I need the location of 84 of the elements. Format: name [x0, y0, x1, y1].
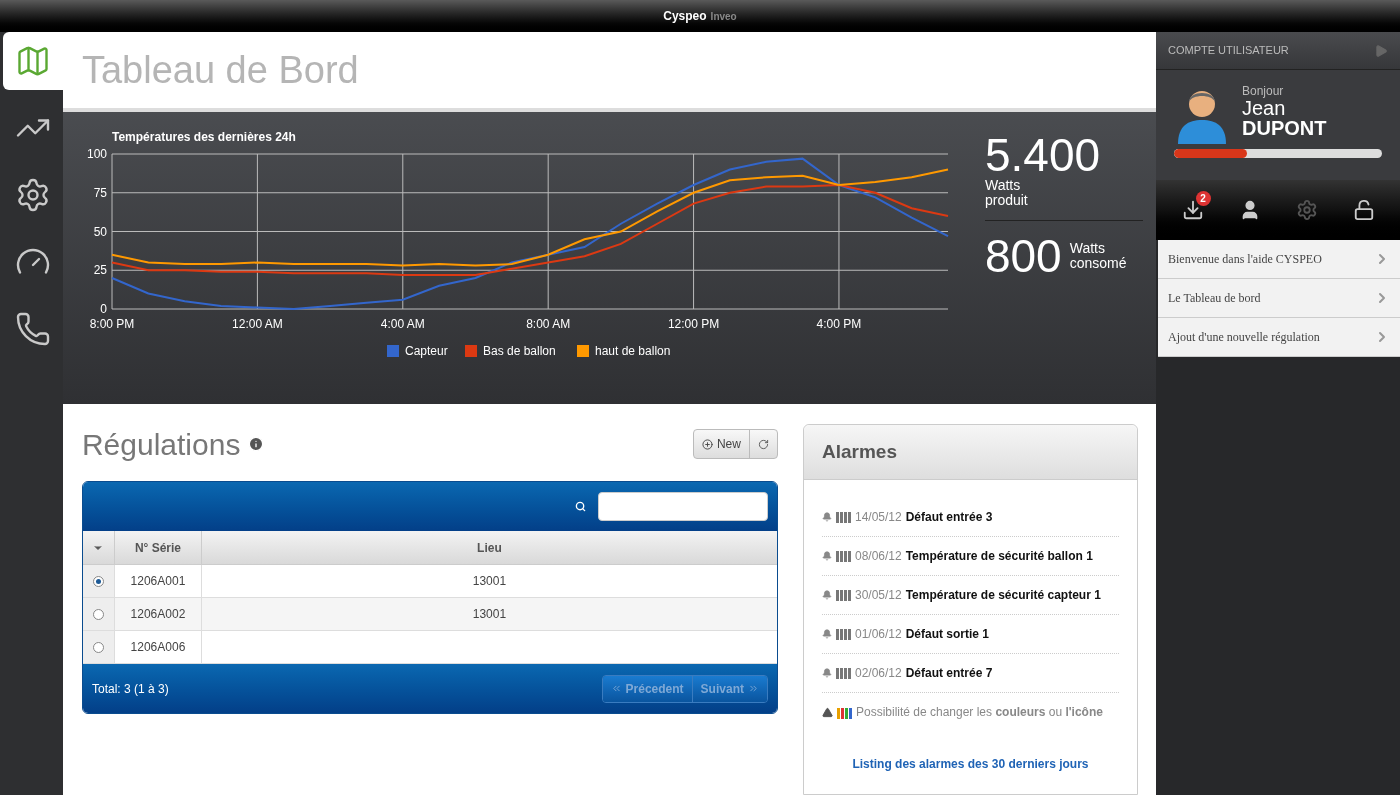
legend-swatch: [576, 345, 589, 357]
axis-label: 12:00 PM: [667, 317, 720, 331]
alarm-label: Défaut entrée 3: [905, 509, 993, 526]
alarm-label: Défaut entrée 7: [905, 665, 993, 682]
refresh-icon: [757, 438, 769, 450]
bars-icon: [835, 550, 851, 562]
last-name: DUPONT: [1242, 118, 1327, 138]
alarm-date: 14/05/12: [854, 509, 902, 526]
info-icon[interactable]: [248, 436, 265, 452]
page-title: Tableau de Bord: [81, 47, 359, 93]
axis-label: 50: [93, 224, 107, 239]
alarm-label: Défaut sortie 1: [905, 626, 990, 643]
stat-value: 5.400: [984, 132, 1102, 178]
axis-label: 25: [93, 263, 107, 278]
bars-icon: [835, 667, 851, 679]
bell-icon: [821, 629, 832, 639]
plus-icon: [701, 438, 713, 450]
greeting: Bonjour: [1242, 84, 1285, 98]
total-count: Total: 3 (1 à 3): [91, 680, 169, 698]
alarms-link[interactable]: Listing des alarmes des 30 derniers jours: [821, 755, 1119, 773]
axis-label: 75: [93, 185, 107, 200]
help-menu-item[interactable]: Le Tableau de bord: [1158, 279, 1400, 318]
axis-label: 12:00 AM: [232, 317, 283, 331]
bars-icon: [835, 628, 851, 640]
card-title: Alarmes: [821, 439, 897, 464]
alarm-date: 08/06/12: [854, 548, 902, 565]
column-header[interactable]: N° Série: [114, 531, 202, 564]
bell-icon: [821, 551, 832, 561]
phone-icon: [14, 311, 51, 347]
alarm-label: Température de sécurité capteur 1: [905, 587, 1101, 604]
legend-swatch: [386, 345, 399, 357]
axis-label: 0: [100, 302, 107, 316]
table-cell-text: 1206A006: [130, 639, 186, 656]
column-header[interactable]: Lieu: [201, 531, 777, 564]
search-field[interactable]: [597, 492, 768, 521]
bell-icon: [821, 668, 832, 678]
legend-label: haut de ballon: [594, 344, 671, 358]
legend-label: Capteur: [404, 344, 448, 358]
table-cell-text: 1206A001: [130, 573, 186, 590]
axis-label: 8:00 AM: [526, 317, 571, 331]
warning-icon: [821, 707, 833, 718]
note-text: Possibilité de changer les couleurs ou l'icône: [855, 705, 1103, 720]
alarm-date: 02/06/12: [854, 665, 902, 682]
notification-badge: 2: [1195, 191, 1211, 206]
settings-icon[interactable]: [1295, 199, 1318, 221]
section-title: Régulations: [81, 426, 241, 463]
bell-icon: [821, 590, 832, 600]
legend-label: Bas de ballon: [482, 344, 556, 358]
sidebar-item[interactable]: [2, 32, 63, 90]
lock-icon[interactable]: [1352, 199, 1375, 221]
axis-label: 8:00 PM: [89, 317, 135, 331]
bars-icon: [835, 511, 851, 523]
double-arrow-icon: [610, 683, 622, 694]
legend-swatch: [464, 345, 477, 357]
product-name: Inveo: [710, 9, 737, 24]
alarm-label: Température de sécurité ballon 1: [905, 548, 1093, 565]
stat-value: 800: [984, 233, 1062, 279]
double-arrow-icon: [747, 683, 759, 694]
axis-label: 100: [86, 147, 107, 161]
table-row[interactable]: 1206A001 13001: [82, 565, 777, 598]
axis-label: 4:00 PM: [816, 317, 862, 331]
search-icon: [574, 501, 586, 512]
help-menu-item[interactable]: Ajout d'une nouvelle régulation: [1158, 318, 1400, 357]
table-cell-text: 13001: [472, 606, 507, 623]
radio-button[interactable]: [92, 575, 104, 587]
table-cell-text: 1206A002: [130, 606, 186, 623]
radio-button[interactable]: [92, 608, 104, 620]
bell-icon: [821, 512, 832, 522]
stat-unit: Watts consomé: [1069, 241, 1128, 271]
first-name: Jean: [1242, 98, 1287, 118]
alarm-date: 30/05/12: [854, 587, 902, 604]
bars-icon: [835, 589, 851, 601]
help-menu-item[interactable]: Bienvenue dans l'aide CYSPEO: [1158, 240, 1400, 279]
table-row[interactable]: 1206A006: [82, 631, 777, 664]
panel-title: COMPTE UTILISATEUR: [1168, 43, 1289, 59]
brand-name: Cyspeo: [663, 8, 707, 25]
axis-label: 4:00 AM: [380, 317, 425, 331]
radio-button[interactable]: [92, 641, 104, 653]
table-row[interactable]: 1206A002 13001: [82, 598, 777, 631]
chart-title: Températures des dernières 24h: [111, 130, 296, 144]
stat-unit: Watts produit: [984, 178, 1029, 208]
alarm-date: 01/06/12: [854, 626, 902, 643]
bars-icon: [836, 708, 852, 719]
table-cell-text: 13001: [472, 573, 507, 590]
